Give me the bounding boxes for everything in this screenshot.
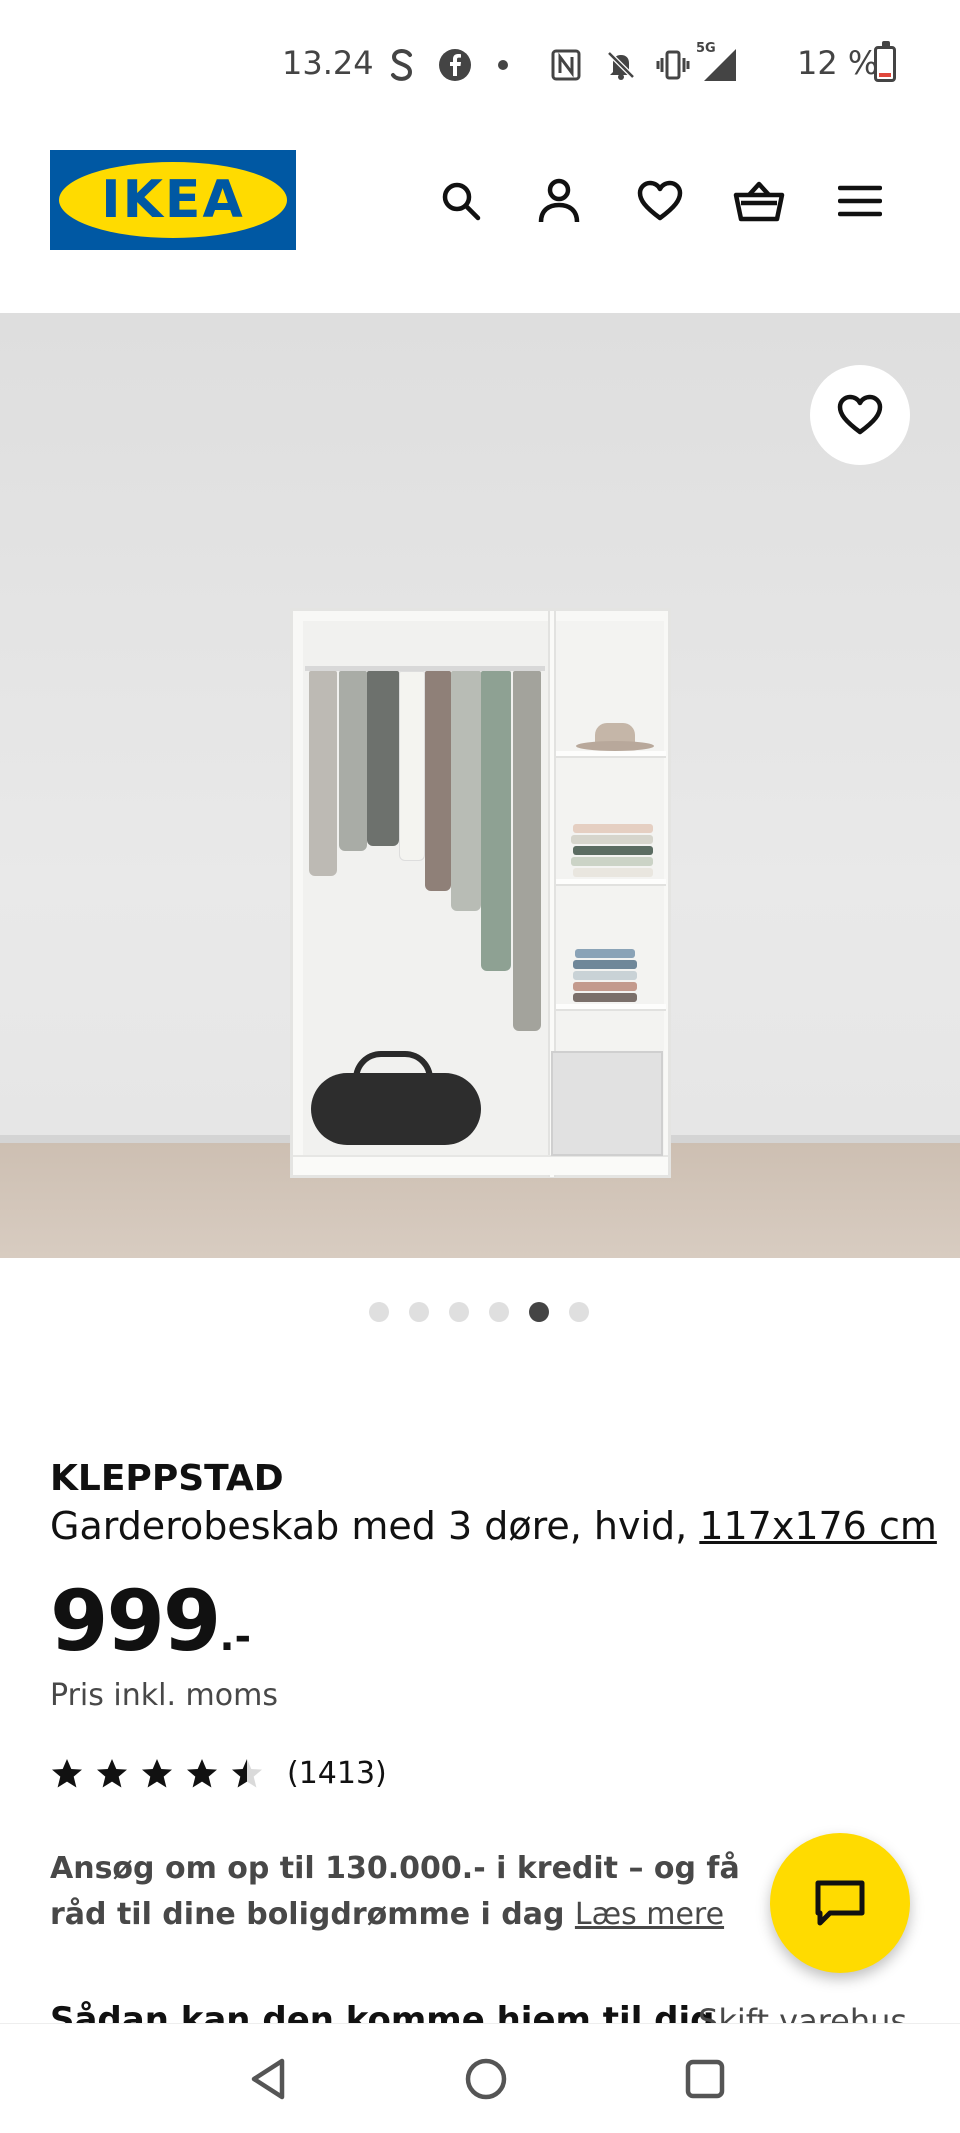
star-icon: [140, 1757, 174, 1791]
heart-icon[interactable]: [632, 173, 688, 229]
recents-icon[interactable]: [680, 2054, 730, 2104]
star-icon: [230, 1757, 264, 1791]
price-suffix: .-: [219, 1614, 252, 1660]
wardrobe-illustration: [290, 608, 671, 1178]
product-description: Garderobeskab med 3 døre, hvid, 117x176 …: [50, 1504, 937, 1548]
carousel-dot[interactable]: [449, 1302, 469, 1322]
add-to-favourites-button[interactable]: [810, 365, 910, 465]
star-icon: [95, 1757, 129, 1791]
rating-stars: [50, 1757, 275, 1791]
product-brand: KLEPPSTAD: [50, 1458, 284, 1499]
product-dimensions-link[interactable]: 117x176 cm: [699, 1504, 937, 1548]
menu-icon[interactable]: [832, 173, 888, 229]
chat-icon: [815, 1880, 865, 1926]
product-image[interactable]: [0, 313, 960, 1258]
price-amount: 999: [50, 1572, 221, 1670]
product-description-text: Garderobeskab med 3 døre, hvid,: [50, 1504, 700, 1548]
back-icon[interactable]: [243, 2054, 293, 2104]
facebook-icon: [435, 43, 475, 87]
battery-icon: [874, 41, 896, 82]
basket-icon[interactable]: [731, 173, 787, 229]
system-navigation-bar: [0, 2023, 960, 2133]
dot-icon: [493, 43, 513, 87]
chat-button[interactable]: [770, 1833, 910, 1973]
status-time: 13.24: [282, 44, 374, 82]
logo-oval: IKEA: [59, 162, 287, 238]
review-count[interactable]: (1413): [287, 1756, 387, 1791]
search-icon[interactable]: [433, 173, 489, 229]
credit-promo: Ansøg om op til 130.000.- i kredit – og …: [50, 1846, 790, 1938]
vibrate-icon: [655, 43, 691, 87]
network-label: 5G: [695, 41, 717, 56]
heart-outline-icon: [837, 394, 883, 435]
status-icons: 5G: [385, 40, 739, 90]
logo-text: IKEA: [101, 170, 245, 230]
ikea-logo[interactable]: IKEA: [50, 150, 296, 250]
star-icon: [185, 1757, 219, 1791]
site-header: IKEA: [0, 130, 960, 313]
carousel-dot[interactable]: [529, 1302, 549, 1322]
product-rating[interactable]: (1413): [50, 1756, 387, 1791]
battery-percent: 12 %: [797, 44, 879, 82]
read-more-link[interactable]: Læs mere: [575, 1897, 724, 1932]
product-price: 999.-: [50, 1572, 251, 1670]
carousel-pagination: [369, 1302, 589, 1322]
status-bar: 13.24 5G 12 %: [0, 0, 960, 130]
carousel-dot[interactable]: [569, 1302, 589, 1322]
s-app-icon: [385, 43, 419, 87]
carousel-dot[interactable]: [369, 1302, 389, 1322]
account-icon[interactable]: [531, 173, 587, 229]
nfc-icon: [549, 43, 583, 87]
carousel-dot[interactable]: [489, 1302, 509, 1322]
home-icon[interactable]: [461, 2054, 511, 2104]
star-icon: [50, 1757, 84, 1791]
signal-5g-icon: 5G: [695, 41, 739, 87]
price-note: Pris inkl. moms: [50, 1678, 278, 1713]
mute-icon: [603, 43, 639, 87]
carousel-dot[interactable]: [409, 1302, 429, 1322]
